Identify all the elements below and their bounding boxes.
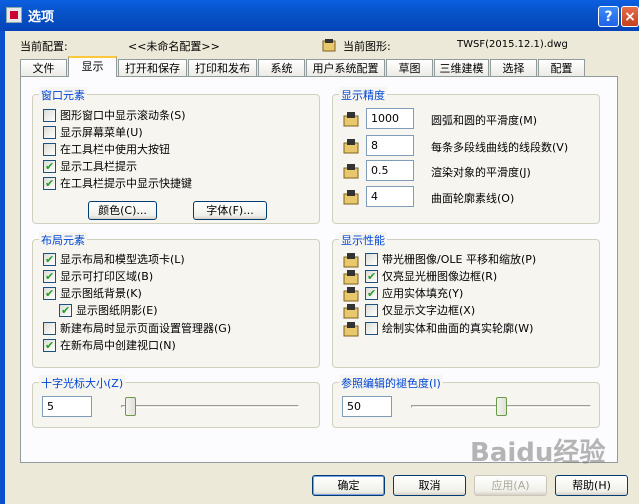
checkbox-label: 新建布局时显示页面设置管理器(G) (60, 322, 232, 335)
group-title: 显示性能 (339, 232, 387, 248)
group-layout-elements: 布局元素 显示布局和模型选项卡(L) 显示可打印区域(B) 显示图纸背景(K) 显示图… (32, 232, 320, 368)
checkbox-label: 显示图纸背景(K) (60, 287, 142, 300)
checkbox[interactable] (43, 252, 56, 267)
apply-button[interactable]: 应用(A) (474, 475, 547, 496)
ok-button[interactable]: 确定 (312, 475, 385, 496)
precision-label: 圆弧和圆的平滑度(M) (431, 114, 538, 127)
tab-8[interactable]: 选择 (490, 59, 537, 76)
precision-input[interactable]: 8 (366, 135, 414, 156)
checkbox[interactable] (365, 322, 378, 335)
checkbox[interactable] (43, 338, 56, 353)
group-xref-fade: 参照编辑的褪色度(I) 50 (332, 375, 600, 428)
crosshair-size-input[interactable]: 5 (42, 396, 92, 417)
checkbox[interactable] (43, 159, 56, 174)
display-precision-icon (343, 163, 359, 179)
checkbox-label: 显示屏幕菜单(U) (60, 126, 143, 139)
current-drawing-label: 当前图形: (343, 40, 391, 53)
checkbox-label: 绘制实体和曲面的真实轮廓(W) (382, 322, 534, 335)
checkbox-label: 仅显示文字边框(X) (382, 304, 476, 317)
checkbox-label: 显示工具栏提示 (60, 160, 137, 173)
checkbox-label: 应用实体填充(Y) (382, 287, 464, 300)
checkbox[interactable] (43, 286, 56, 301)
tab-5[interactable]: 用户系统配置 (306, 59, 385, 76)
tab-panel-display: 窗口元素 图形窗口中显示滚动条(S) 显示屏幕菜单(U) 在工具栏中使用大按钮显示工… (20, 76, 618, 463)
crosshair-slider-track[interactable] (121, 405, 299, 408)
group-crosshair-size: 十字光标大小(Z) 5 (32, 375, 320, 428)
checkbox[interactable] (365, 286, 378, 301)
precision-input[interactable]: 1000 (366, 108, 414, 129)
display-performance-icon (343, 252, 359, 268)
current-config-label: 当前配置: (20, 40, 68, 53)
tab-3[interactable]: 打印和发布 (188, 59, 257, 76)
tab-4[interactable]: 系统 (258, 59, 305, 76)
group-title: 布局元素 (39, 232, 87, 248)
crosshair-slider-thumb[interactable] (124, 397, 136, 416)
window-border (0, 31, 5, 504)
checkbox[interactable] (365, 304, 378, 317)
group-title: 显示精度 (339, 87, 387, 103)
current-config-value: <<未命名配置>> (128, 40, 220, 53)
colors-button[interactable]: 颜色(C)... (88, 201, 157, 220)
checkbox-label: 显示可打印区域(B) (60, 270, 154, 283)
display-performance-icon (343, 269, 359, 285)
display-precision-icon (343, 111, 359, 127)
checkbox-label: 显示图纸阴影(E) (76, 304, 158, 317)
xref-fade-input[interactable]: 50 (342, 396, 392, 417)
display-performance-icon (343, 286, 359, 302)
checkbox-label: 带光栅图像/OLE 平移和缩放(P) (382, 253, 537, 266)
checkbox[interactable] (43, 322, 56, 335)
display-performance-icon (343, 321, 359, 337)
display-precision-icon (343, 138, 359, 154)
tab-0[interactable]: 文件 (20, 59, 67, 76)
checkbox-label: 仅亮显光栅图像边框(R) (382, 270, 498, 283)
tab-2[interactable]: 打开和保存 (118, 59, 187, 76)
checkbox-label: 在工具栏中使用大按钮 (60, 143, 170, 156)
window-title: 选项 (28, 10, 55, 25)
checkbox-label: 在新布局中创建视口(N) (60, 339, 176, 352)
cancel-button[interactable]: 取消 (393, 475, 466, 496)
checkbox[interactable] (43, 269, 56, 284)
tab-9[interactable]: 配置 (538, 59, 585, 76)
checkbox[interactable] (43, 176, 56, 191)
tab-1[interactable]: 显示 (68, 56, 117, 77)
group-display-performance: 显示性能 带光栅图像/OLE 平移和缩放(P) 仅亮显光栅图像边框(R) 应用实体填… (332, 232, 600, 368)
tab-7[interactable]: 三维建模 (434, 59, 489, 76)
drawing-icon (322, 39, 336, 52)
checkbox-label: 在工具栏提示中显示快捷键 (60, 177, 192, 190)
precision-input[interactable]: 0.5 (366, 160, 414, 181)
display-precision-icon (343, 189, 359, 205)
checkbox-label: 显示布局和模型选项卡(L) (60, 253, 185, 266)
options-dialog: 选项 ? × 当前配置: <<未命名配置>> 当前图形: TWSF(2015.1… (0, 0, 639, 504)
watermark: Baidu经验 (470, 438, 606, 468)
group-title: 参照编辑的褪色度(I) (339, 375, 443, 391)
display-performance-icon (343, 303, 359, 319)
precision-input[interactable]: 4 (366, 186, 414, 207)
checkbox[interactable] (365, 253, 378, 266)
checkbox[interactable] (59, 303, 72, 318)
group-title: 十字光标大小(Z) (39, 375, 126, 391)
title-bar[interactable]: 选项 ? × (0, 0, 639, 31)
group-display-resolution: 显示精度 1000 圆弧和圆的平滑度(M) 8 每条多段线曲线的线段数(V) 0.5 渲染… (332, 87, 600, 224)
close-button[interactable]: × (621, 6, 639, 27)
help-button[interactable]: 帮助(H) (555, 475, 628, 496)
group-title: 窗口元素 (39, 87, 87, 103)
checkbox[interactable] (43, 143, 56, 156)
tab-6[interactable]: 草图 (386, 59, 433, 76)
app-icon (6, 7, 22, 23)
fonts-button[interactable]: 字体(F)... (193, 201, 267, 220)
precision-label: 渲染对象的平滑度(J) (431, 166, 531, 179)
checkbox[interactable] (43, 126, 56, 139)
xref-fade-slider-thumb[interactable] (496, 397, 507, 416)
help-title-button[interactable]: ? (598, 6, 619, 27)
checkbox-label: 图形窗口中显示滚动条(S) (60, 109, 186, 122)
current-drawing-value: TWSF(2015.12.1).dwg (457, 39, 568, 50)
checkbox[interactable] (365, 269, 378, 284)
checkbox[interactable] (43, 109, 56, 122)
precision-label: 每条多段线曲线的线段数(V) (431, 141, 569, 154)
group-window-elements: 窗口元素 图形窗口中显示滚动条(S) 显示屏幕菜单(U) 在工具栏中使用大按钮显示工… (32, 87, 320, 224)
precision-label: 曲面轮廓素线(O) (431, 192, 515, 205)
